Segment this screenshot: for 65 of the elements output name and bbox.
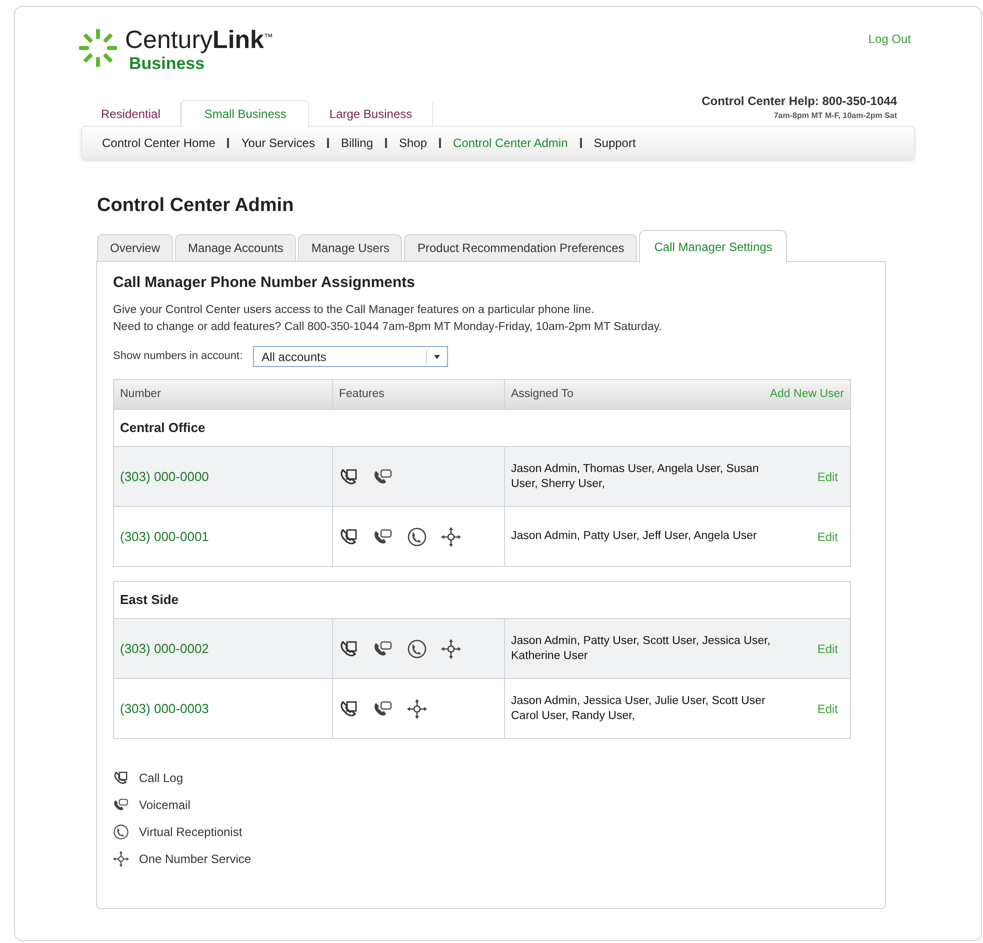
nav-link[interactable]: Shop bbox=[399, 134, 428, 152]
brand-subtitle: Business bbox=[129, 55, 206, 73]
group-heading: East Side bbox=[120, 591, 179, 610]
receptionist-icon bbox=[113, 824, 129, 840]
page-title: Control Center Admin bbox=[97, 194, 295, 218]
phone-number-link[interactable]: (303) 000-0003 bbox=[120, 698, 209, 718]
column-header: Assigned To bbox=[511, 386, 574, 402]
receptionist-icon bbox=[407, 638, 427, 658]
nav-link[interactable]: Billing bbox=[340, 134, 373, 152]
column-header: Number bbox=[120, 386, 161, 402]
crosshair-arrows-icon bbox=[113, 851, 129, 867]
account-dropdown[interactable]: All accounts bbox=[252, 346, 448, 367]
help-hours: 7am-8pm MT M-F, 10am-2pm Sat bbox=[774, 110, 897, 122]
tab[interactable]: Product Recommendation Preferences bbox=[404, 234, 638, 262]
voicemail-icon bbox=[373, 698, 393, 718]
legend-label: Voicemail bbox=[139, 797, 190, 814]
segment-tab[interactable]: Small Business bbox=[181, 100, 310, 127]
phone-number-link[interactable]: (303) 000-0000 bbox=[120, 466, 209, 486]
filter-label: Show numbers in account: bbox=[113, 349, 243, 364]
call-log-icon bbox=[113, 770, 129, 786]
description-text: Give your Control Center users access to the Call Manager features on a particular phone line. bbox=[113, 303, 596, 318]
call-log-icon bbox=[339, 466, 359, 486]
tab[interactable]: Overview bbox=[97, 234, 174, 262]
trademark: ™ bbox=[264, 32, 273, 42]
voicemail-icon bbox=[373, 526, 393, 546]
edit-link[interactable]: Edit bbox=[817, 528, 838, 546]
help-line: Control Center Help: 800-350-1044 bbox=[702, 93, 897, 110]
tab[interactable]: Manage Users bbox=[298, 234, 402, 262]
call-log-icon bbox=[339, 526, 359, 546]
call-log-icon bbox=[339, 698, 359, 718]
crosshair-arrows-icon bbox=[407, 698, 427, 718]
phone-number-link[interactable]: (303) 000-0002 bbox=[120, 638, 209, 658]
add-user-link[interactable]: Add New User bbox=[770, 386, 844, 404]
legend-label: Virtual Receptionist bbox=[139, 824, 242, 841]
voicemail-icon bbox=[373, 466, 393, 486]
caret-icon bbox=[434, 354, 440, 358]
logout-link[interactable]: Log Out bbox=[868, 30, 911, 73]
nav-link[interactable]: Control Center Home bbox=[102, 134, 216, 152]
edit-link[interactable]: Edit bbox=[817, 640, 838, 658]
phone-number-link[interactable]: (303) 000-0001 bbox=[120, 526, 209, 546]
voicemail-icon bbox=[113, 797, 129, 813]
nav-link[interactable]: Your Services bbox=[241, 134, 315, 152]
legend-label: Call Log bbox=[139, 770, 184, 787]
logo-icon bbox=[77, 27, 119, 69]
legend-label: One Number Service bbox=[139, 851, 252, 868]
call-log-icon bbox=[339, 638, 359, 658]
voicemail-icon bbox=[373, 638, 393, 658]
assigned-users: Jason Admin, Jessica User, Julie User, Scott User Carol User, Randy User, bbox=[511, 694, 766, 724]
assigned-users: Jason Admin, Patty User, Jeff User, Angela User bbox=[511, 529, 758, 544]
crosshair-arrows-icon bbox=[441, 526, 461, 546]
receptionist-icon bbox=[407, 526, 427, 546]
tab[interactable]: Call Manager Settings bbox=[639, 230, 788, 262]
nav-link[interactable]: Control Center Admin bbox=[453, 134, 568, 152]
assigned-users: Jason Admin, Patty User, Scott User, Jessica User, Katherine User bbox=[511, 634, 772, 664]
assigned-users: Jason Admin, Thomas User, Angela User, Susan User, Sherry User, bbox=[511, 462, 760, 492]
section-title: Call Manager Phone Number Assignments bbox=[113, 272, 416, 292]
nav-link[interactable]: Support bbox=[594, 134, 636, 152]
edit-link[interactable]: Edit bbox=[817, 700, 838, 718]
group-heading: Central Office bbox=[120, 419, 206, 438]
tab[interactable]: Manage Accounts bbox=[175, 234, 296, 262]
edit-link[interactable]: Edit bbox=[817, 468, 838, 486]
column-header: Features bbox=[339, 386, 384, 402]
crosshair-arrows-icon bbox=[441, 638, 461, 658]
brand-name: CenturyLink bbox=[125, 25, 264, 55]
description-text: Need to change or add features? Call 800-350-1044 7am-8pm MT Monday-Friday, 10am-2pm MT Saturday. bbox=[113, 320, 663, 335]
